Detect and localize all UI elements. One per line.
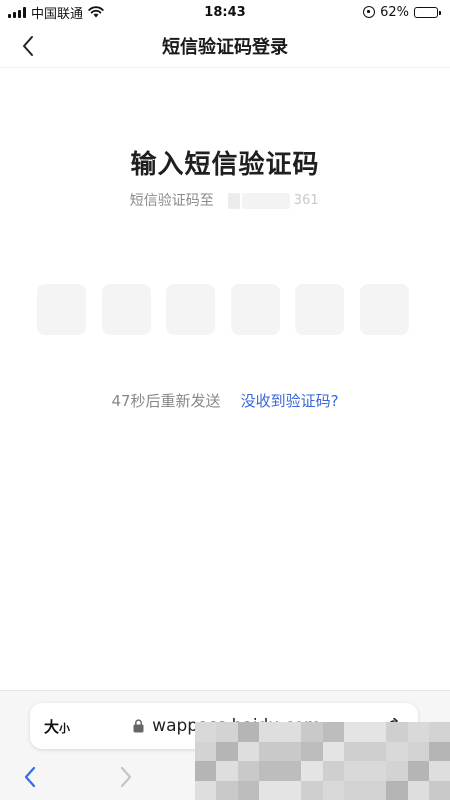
mosaic-tile <box>428 741 450 761</box>
page-title: 短信验证码登录 <box>162 36 288 58</box>
mosaic-tile <box>343 761 365 781</box>
mosaic-tile <box>365 741 387 761</box>
mosaic-tile <box>322 722 344 742</box>
mosaic-tile <box>216 722 238 742</box>
mosaic-tile <box>195 722 217 742</box>
status-left: 中国联通 <box>8 3 104 22</box>
mosaic-tile <box>301 722 323 742</box>
mosaic-tile <box>280 780 302 800</box>
mosaic-tile <box>195 741 217 761</box>
back-button[interactable] <box>14 32 42 60</box>
resend-row: 47秒后重新发送 没收到验证码? <box>0 390 450 411</box>
chevron-left-icon <box>24 766 36 788</box>
mosaic-tile <box>237 780 259 800</box>
sms-target: 短信验证码至 361 <box>0 190 450 210</box>
mosaic-tile <box>195 761 217 781</box>
mosaic-tile <box>386 722 408 742</box>
phone-suffix: 361 <box>293 193 319 208</box>
status-right: 62% <box>363 4 441 20</box>
mosaic-tile <box>428 722 450 742</box>
mosaic-tile <box>195 780 217 800</box>
text-size-big: 大 <box>44 717 60 736</box>
mosaic-tile <box>258 780 280 800</box>
mosaic-tile <box>407 780 429 800</box>
chevron-left-icon <box>23 36 33 56</box>
code-digit-5[interactable] <box>295 284 345 335</box>
mosaic-tile <box>428 780 450 800</box>
mosaic-tile <box>343 722 365 742</box>
code-digit-2[interactable] <box>101 284 151 335</box>
mosaic-tile <box>365 780 387 800</box>
mosaic-tile <box>322 780 344 800</box>
mosaic-tile <box>407 741 429 761</box>
clock: 18:43 <box>204 4 246 20</box>
mosaic-tile <box>258 761 280 781</box>
rotation-lock-icon <box>363 6 376 18</box>
masked-phone-number: 361 <box>228 193 320 209</box>
lock-icon <box>133 719 144 733</box>
mosaic-tile <box>343 741 365 761</box>
no-code-link[interactable]: 没收到验证码? <box>241 390 339 411</box>
signal-icon <box>8 6 26 18</box>
browser-forward-button[interactable] <box>118 765 140 791</box>
mosaic-tile <box>216 761 238 781</box>
status-bar: 中国联通 18:43 62% <box>0 0 450 24</box>
battery-percent: 62% <box>380 4 409 20</box>
mosaic-tile <box>322 741 344 761</box>
mosaic-tile <box>322 761 344 781</box>
mosaic-tile <box>386 780 408 800</box>
mosaic-tile <box>280 722 302 742</box>
pixelated-overlay <box>195 722 450 800</box>
mosaic-tile <box>386 741 408 761</box>
code-input-group[interactable] <box>37 284 409 335</box>
mosaic-tile <box>343 780 365 800</box>
mosaic-tile <box>258 741 280 761</box>
code-digit-4[interactable] <box>230 284 280 335</box>
mosaic-tile <box>301 761 323 781</box>
mosaic-tile <box>237 722 259 742</box>
nav-bar: 短信验证码登录 <box>0 24 450 68</box>
sms-target-label: 短信验证码至 <box>129 193 214 209</box>
text-size-button[interactable]: 大小 <box>44 716 70 737</box>
code-digit-1[interactable] <box>37 284 86 335</box>
mosaic-tile <box>407 761 429 781</box>
mosaic-tile <box>386 761 408 781</box>
heading: 输入短信验证码 <box>130 150 320 180</box>
mosaic-tile <box>216 741 238 761</box>
resend-countdown: 47秒后重新发送 <box>111 392 221 410</box>
browser-back-button[interactable] <box>22 765 44 791</box>
mosaic-tile <box>237 741 259 761</box>
mosaic-tile <box>301 780 323 800</box>
carrier-label: 中国联通 <box>31 6 84 22</box>
chevron-right-icon <box>120 766 132 788</box>
mosaic-tile <box>365 722 387 742</box>
mosaic-tile <box>365 761 387 781</box>
mosaic-tile <box>428 761 450 781</box>
mosaic-tile <box>407 722 429 742</box>
mosaic-tile <box>280 761 302 781</box>
text-size-small: 小 <box>59 721 71 735</box>
mosaic-tile <box>237 761 259 781</box>
code-digit-6[interactable] <box>359 284 409 335</box>
battery-icon <box>414 6 441 18</box>
mosaic-tile <box>216 780 238 800</box>
mosaic-tile <box>301 741 323 761</box>
code-digit-3[interactable] <box>166 284 216 335</box>
mosaic-tile <box>280 741 302 761</box>
mosaic-tile <box>258 722 280 742</box>
wifi-icon <box>88 6 104 18</box>
